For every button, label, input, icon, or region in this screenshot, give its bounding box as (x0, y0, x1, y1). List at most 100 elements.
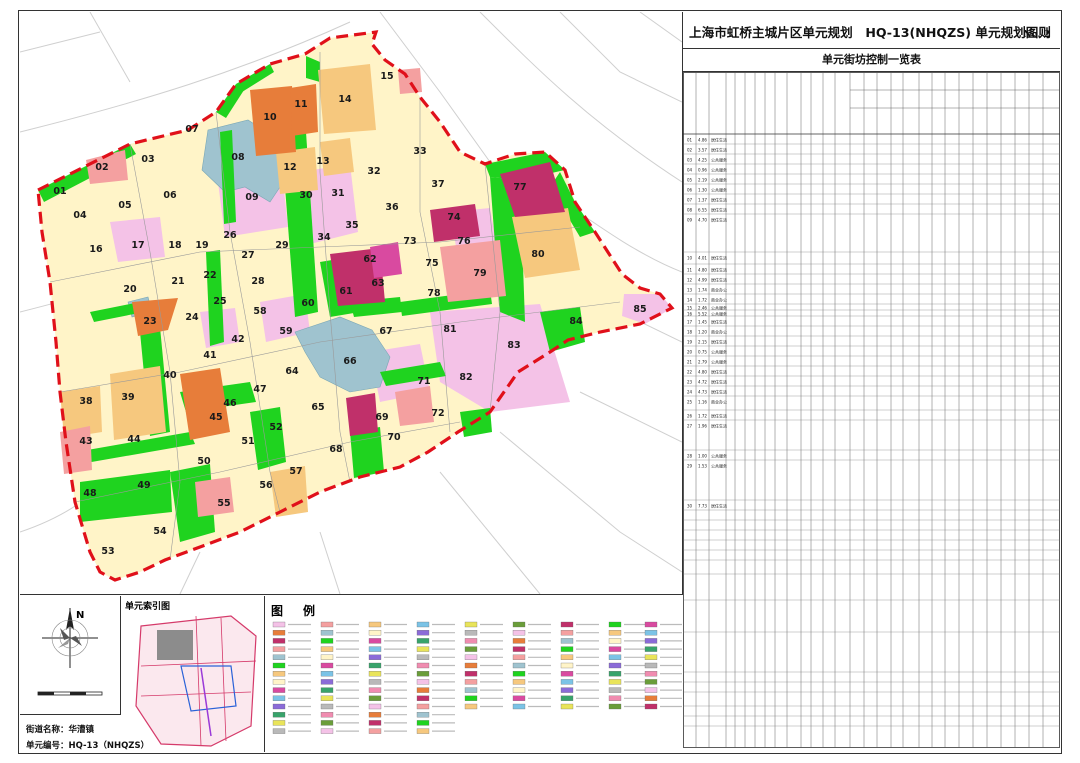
block-label-70: 70 (387, 432, 401, 443)
table-cell-id: 09 (687, 217, 693, 222)
legend-swatches (272, 621, 683, 734)
table-cell-id: 19 (687, 339, 693, 344)
block-label-83: 83 (507, 340, 520, 351)
block-label-14: 14 (338, 94, 352, 105)
table-cell-id: 24 (687, 389, 693, 394)
table-cell-area: 6.55 (698, 207, 707, 212)
block-label-37: 37 (431, 179, 444, 190)
block-label-30: 30 (299, 190, 313, 201)
map-canvas: 01 02 03 04 05 06 07 08 09 10 11 12 13 14 15 16 17 18 19 20… (20, 12, 682, 594)
table-cell-area: 4.80 (698, 369, 707, 374)
table-cell-id: 03 (687, 157, 693, 162)
block-label-65: 65 (311, 402, 324, 413)
block-label-47: 47 (253, 384, 266, 395)
table-cell-area: 0.75 (698, 349, 707, 354)
table-cell-area: 1.72 (698, 297, 707, 302)
table-cell-id: 12 (687, 277, 693, 282)
table-cell-use: 居住生活 (711, 502, 727, 508)
table-cell-use: 商业办公 (711, 398, 727, 404)
table-cell-id: 07 (687, 197, 693, 202)
table-cell-use: 公共服务 (711, 358, 727, 364)
table-cell-use: 商业办公 (711, 296, 727, 302)
block-label-05: 05 (118, 200, 131, 211)
table-cell-use: 公共服务 (711, 452, 727, 458)
table-cell-use: 商业办公 (711, 328, 727, 334)
block-label-63: 63 (371, 278, 384, 289)
table-cell-use: 公共服务 (711, 156, 727, 162)
index-map-panel: 单元索引图 (121, 596, 265, 752)
table-cell-area: 1.37 (698, 197, 707, 202)
block-label-24: 24 (185, 312, 199, 323)
block-label-49: 49 (137, 480, 150, 491)
table-cell-use: 公共服务 (711, 186, 727, 192)
table-cell-use: 居住生活 (711, 378, 727, 384)
table-cell-use: 公共服务 (711, 348, 727, 354)
bottom-panels: N 街道名称：华漕镇 单元编号：HQ-13（NHQZS） 单元索引图 图 例 (20, 596, 683, 752)
block-label-04: 04 (73, 210, 87, 221)
block-label-75: 75 (425, 258, 438, 269)
index-map (135, 615, 257, 747)
block-label-33: 33 (413, 146, 426, 157)
block-label-39: 39 (121, 392, 134, 403)
table-cell-area: 0.96 (698, 167, 707, 172)
table-cell-use: 居住生活 (711, 338, 727, 344)
table-cell-use: 居住生活 (711, 422, 727, 428)
block-label-77: 77 (513, 182, 526, 193)
block-label-56: 56 (259, 480, 273, 491)
block-label-84: 84 (569, 316, 583, 327)
compass-panel: N (20, 596, 121, 715)
page-title: 上海市虹桥主城片区单元规划 HQ-13(NHQZS) 单元规划图则 (689, 25, 1051, 40)
block-label-78: 78 (427, 288, 441, 299)
block-label-29: 29 (275, 240, 288, 251)
block-label-21: 21 (171, 276, 184, 287)
block-label-34: 34 (317, 232, 331, 243)
block-label-74: 74 (447, 212, 461, 223)
block-label-71: 71 (417, 376, 430, 387)
block-label-36: 36 (385, 202, 399, 213)
table-cell-use: 商业办公 (711, 286, 727, 292)
table-cell-id: 23 (687, 379, 693, 384)
table-cell-use: 公共服务 (711, 166, 727, 172)
table-cell-id: 08 (687, 207, 693, 212)
table-cell-id: 10 (687, 255, 693, 260)
table-cell-use: 居住生活 (711, 146, 727, 152)
block-label-31: 31 (331, 188, 344, 199)
block-label-58: 58 (253, 306, 267, 317)
block-label-67: 67 (379, 326, 392, 337)
table-cell-id: 14 (687, 297, 693, 302)
block-label-25: 25 (213, 296, 226, 307)
table-cell-use: 公共服务 (711, 176, 727, 182)
table-cell-area: 4.25 (698, 157, 707, 162)
block-label-10: 10 (263, 112, 277, 123)
legend-panel: 图 例 (265, 596, 683, 752)
sheet-number: No. 2 (1023, 30, 1050, 40)
block-label-85: 85 (633, 304, 646, 315)
table-cell-id: 29 (687, 463, 693, 468)
block-label-53: 53 (101, 546, 114, 557)
block-label-69: 69 (375, 412, 388, 423)
table-cell-id: 30 (687, 503, 693, 508)
table-cell-area: 4.73 (698, 389, 707, 394)
table-cell-area: 1.00 (698, 453, 707, 458)
unit-info: 街道名称：华漕镇 单元编号：HQ-13（NHQZS） (20, 715, 149, 752)
table-cell-id: 25 (687, 399, 693, 404)
block-label-12: 12 (283, 162, 296, 173)
table-cell-area: 2.15 (698, 339, 707, 344)
table-cell-area: 4.72 (698, 379, 707, 384)
land-use-map: 01 02 03 04 05 06 07 08 09 10 11 12 13 14 15 16 17 18 19 20… (20, 12, 683, 595)
block-label-76: 76 (457, 236, 471, 247)
block-label-42: 42 (231, 334, 244, 345)
block-label-08: 08 (231, 152, 245, 163)
table-cell-area: 5.52 (698, 311, 707, 316)
block-label-66: 66 (343, 356, 357, 367)
table-cell-use: 居住生活 (711, 216, 727, 222)
table-cell-id: 02 (687, 147, 693, 152)
table-cell-id: 04 (687, 167, 693, 172)
table-cell-use: 居住生活 (711, 276, 727, 282)
table-cell-use: 公共服务 (711, 304, 727, 310)
table-title: 单元街坊控制一览表 (683, 49, 1060, 72)
block-label-41: 41 (203, 350, 216, 361)
block-label-46: 46 (223, 398, 237, 409)
table-cell-id: 01 (687, 137, 693, 142)
block-label-06: 06 (163, 190, 177, 201)
